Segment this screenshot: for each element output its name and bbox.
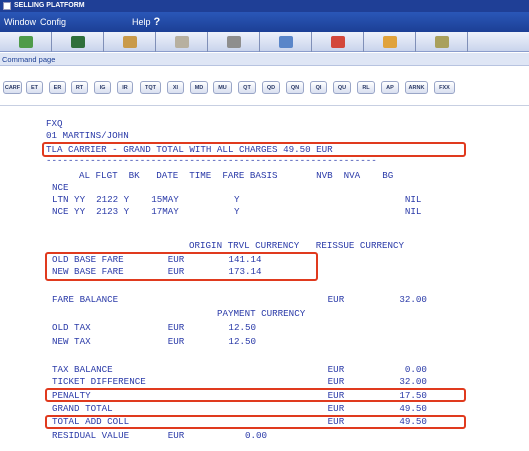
person-icon bbox=[330, 36, 345, 48]
toolbar-calendar-button[interactable] bbox=[156, 32, 208, 52]
fkey-qu[interactable]: QU bbox=[333, 81, 351, 94]
fkey-ig[interactable]: IG bbox=[94, 81, 111, 94]
fkey-qi[interactable]: QI bbox=[310, 81, 327, 94]
fkey-fxx[interactable]: FXX bbox=[434, 81, 455, 94]
command-page-bar: Command page bbox=[0, 53, 529, 66]
fkey-md[interactable]: MD bbox=[190, 81, 208, 94]
fkey-carf[interactable]: CARF bbox=[3, 81, 22, 94]
line-tax-balance: TAX BALANCE EUR 0.00 bbox=[52, 364, 427, 375]
toolbar bbox=[0, 32, 529, 52]
line-grand-total: GRAND TOTAL EUR 49.50 bbox=[52, 403, 427, 414]
highlight-carrier-total bbox=[42, 142, 466, 157]
notes-icon bbox=[18, 36, 33, 48]
fkey-xi[interactable]: XI bbox=[167, 81, 184, 94]
highlight-penalty bbox=[45, 388, 466, 402]
fkey-ir[interactable]: IR bbox=[117, 81, 133, 94]
fkey-rl[interactable]: RL bbox=[357, 81, 375, 94]
toolbar-notes-button[interactable] bbox=[0, 32, 52, 52]
highlight-total-add-coll bbox=[45, 415, 466, 429]
terminal-icon bbox=[70, 36, 85, 48]
toolbar-user-button[interactable] bbox=[104, 32, 156, 52]
fkey-tqt[interactable]: TQT bbox=[140, 81, 161, 94]
toolbar-car-button[interactable] bbox=[260, 32, 312, 52]
line-residual-value: RESIDUAL VALUE EUR 0.00 bbox=[52, 430, 268, 441]
user-icon bbox=[122, 36, 137, 48]
line-fare-balance: FARE BALANCE EUR 32.00 bbox=[52, 294, 427, 305]
tools-icon bbox=[434, 36, 449, 48]
line-ticket-difference: TICKET DIFFERENCE EUR 32.00 bbox=[52, 376, 427, 387]
app-icon bbox=[3, 2, 11, 10]
toolbar-person-button[interactable] bbox=[312, 32, 364, 52]
highlight-base-fares bbox=[45, 252, 318, 281]
line-new-tax: NEW TAX EUR 12.50 bbox=[52, 336, 256, 347]
weather-icon bbox=[382, 36, 397, 48]
line-passenger: 01 MARTINS/JOHN bbox=[46, 130, 129, 141]
cryptic-screen[interactable]: FXQ 01 MARTINS/JOHN TLA CARRIER - GRAND … bbox=[0, 106, 529, 451]
line-command: FXQ bbox=[46, 118, 63, 129]
payment-header: PAYMENT CURRENCY bbox=[217, 308, 306, 319]
itinerary-header: AL FLGT BK DATE TIME FARE BASIS NVB NVA … bbox=[79, 170, 394, 181]
menu-help[interactable]: Help ? bbox=[128, 16, 160, 28]
menu-help-label: Help bbox=[132, 17, 151, 27]
menu-window[interactable]: Window bbox=[0, 17, 36, 27]
toolbar-tools-button[interactable] bbox=[416, 32, 468, 52]
command-page-label: Command page bbox=[2, 55, 56, 64]
fkey-rt[interactable]: RT bbox=[71, 81, 88, 94]
fkey-mu[interactable]: MU bbox=[213, 81, 232, 94]
fkey-qd[interactable]: QD bbox=[262, 81, 280, 94]
line-origin: NCE bbox=[52, 182, 69, 193]
fkey-er[interactable]: ER bbox=[49, 81, 66, 94]
window-title: SELLING PLATFORM bbox=[14, 2, 85, 9]
fkey-arnk[interactable]: ARNK bbox=[405, 81, 428, 94]
car-icon bbox=[278, 36, 293, 48]
fkey-et[interactable]: ET bbox=[26, 81, 43, 94]
toolbar-settings-button[interactable] bbox=[208, 32, 260, 52]
title-bar: SELLING PLATFORM bbox=[0, 0, 529, 12]
function-key-bar: CARF ET ER RT IG IR TQT XI MD MU QT QD Q… bbox=[0, 67, 529, 105]
calendar-icon bbox=[174, 36, 189, 48]
fkey-ap[interactable]: AP bbox=[381, 81, 399, 94]
help-icon: ? bbox=[153, 16, 161, 28]
fkey-qn[interactable]: QN bbox=[286, 81, 304, 94]
menu-bar: Window Config Help ? bbox=[0, 12, 529, 32]
toolbar-terminal-button[interactable] bbox=[52, 32, 104, 52]
toolbar-weather-button[interactable] bbox=[364, 32, 416, 52]
currency-header: ORIGIN TRVL CURRENCY REISSUE CURRENCY bbox=[189, 240, 405, 251]
fkey-qt[interactable]: QT bbox=[238, 81, 256, 94]
menu-config[interactable]: Config bbox=[36, 17, 66, 27]
settings-icon bbox=[226, 36, 241, 48]
line-leg-2: NCE YY 2123 Y 17MAY Y NIL bbox=[52, 206, 422, 217]
line-leg-1: LTN YY 2122 Y 15MAY Y NIL bbox=[52, 194, 422, 205]
line-old-tax: OLD TAX EUR 12.50 bbox=[52, 322, 256, 333]
